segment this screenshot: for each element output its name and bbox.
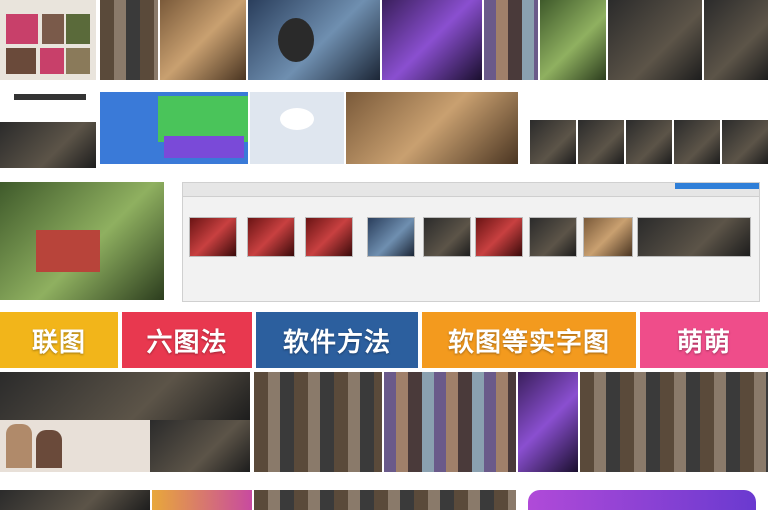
window-toolbar	[183, 183, 759, 197]
thumb-logo-card[interactable]	[0, 88, 96, 168]
window-thumb-9[interactable]	[637, 217, 751, 257]
screenshot-window	[182, 182, 760, 302]
window-thumb-1[interactable]	[189, 217, 237, 257]
thumb-stage-5[interactable]	[722, 120, 768, 164]
thumb-blue-green-slide[interactable]	[100, 92, 248, 164]
thumb-cloud-slide[interactable]	[250, 92, 344, 164]
thumb-grid-photos[interactable]	[484, 0, 538, 80]
thumb-green-photo[interactable]	[540, 0, 606, 80]
thumb-stage-3[interactable]	[626, 120, 672, 164]
window-thumb-2[interactable]	[247, 217, 295, 257]
banner-yellow[interactable]: 联图	[0, 312, 118, 368]
window-blue-tab[interactable]	[675, 183, 759, 189]
window-thumb-8[interactable]	[583, 217, 633, 257]
window-thumb-6[interactable]	[475, 217, 523, 257]
thumb-bottom-3[interactable]	[254, 490, 516, 510]
window-thumb-4[interactable]	[367, 217, 415, 257]
thumb-crowd-photo[interactable]	[608, 0, 702, 80]
thumb-stage-2[interactable]	[578, 120, 624, 164]
thumb-collage-1[interactable]	[100, 0, 158, 80]
thumb-room-photo[interactable]	[0, 372, 250, 420]
banner-orange[interactable]: 软图等实字图	[422, 312, 636, 368]
thumb-collage-3[interactable]	[254, 372, 382, 472]
thumb-collage-5[interactable]	[580, 372, 768, 472]
thumb-building-photo[interactable]	[0, 182, 164, 300]
thumb-neon-photo[interactable]	[518, 372, 578, 472]
banner-pink[interactable]: 萌萌	[640, 312, 768, 368]
window-thumb-5[interactable]	[423, 217, 471, 257]
thumb-collage-4[interactable]	[384, 372, 516, 472]
window-thumb-3[interactable]	[305, 217, 353, 257]
banner-red[interactable]: 六图法	[122, 312, 252, 368]
thumb-bottom-2[interactable]	[152, 490, 252, 510]
thumb-dark-photo[interactable]	[704, 0, 768, 80]
window-thumb-7[interactable]	[529, 217, 577, 257]
thumb-night-scene[interactable]	[382, 0, 482, 80]
thumb-field-photo[interactable]	[346, 92, 518, 164]
thumb-collage-2[interactable]	[160, 0, 246, 80]
thumb-stage-4[interactable]	[674, 120, 720, 164]
thumb-stage-1[interactable]	[530, 120, 576, 164]
thumb-microphone-photo[interactable]	[248, 0, 380, 80]
thumb-bottom-1[interactable]	[0, 490, 150, 510]
thumb-people-photo[interactable]	[0, 420, 250, 472]
thumb-bottom-4[interactable]	[528, 490, 756, 510]
banner-blue[interactable]: 软件方法	[256, 312, 418, 368]
thumb-poster-grid[interactable]	[0, 0, 96, 80]
